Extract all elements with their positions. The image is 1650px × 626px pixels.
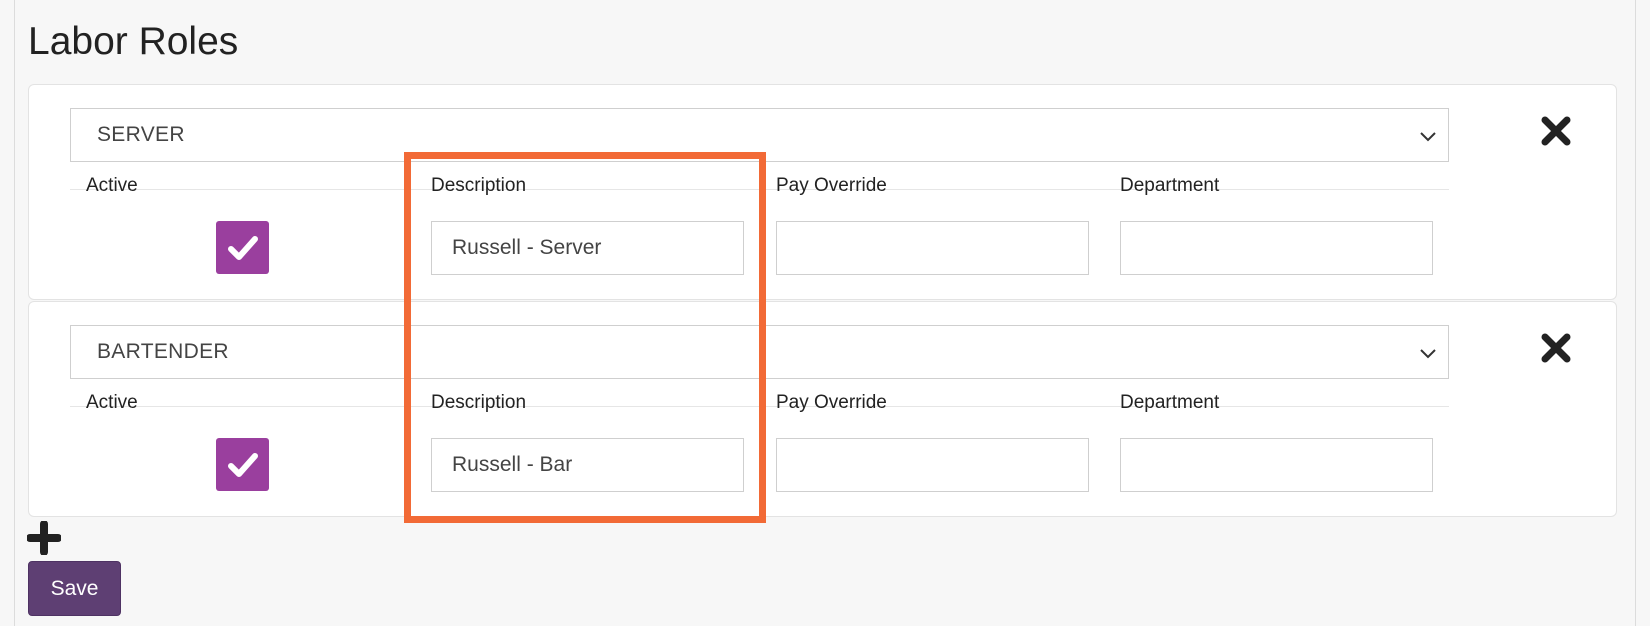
department-input[interactable] [1120, 438, 1433, 492]
pay-override-label: Pay Override [776, 175, 887, 196]
department-label: Department [1120, 392, 1220, 413]
description-input[interactable] [431, 438, 744, 492]
remove-role-button[interactable] [1540, 115, 1572, 147]
active-label: Active [86, 175, 138, 196]
plus-icon[interactable] [27, 521, 61, 555]
role-select[interactable]: BARTENDER [70, 325, 1449, 379]
role-card-bartender: BARTENDER Active Description Pay Overrid… [28, 301, 1617, 517]
description-label: Description [431, 392, 527, 413]
role-select-value: BARTENDER [97, 340, 229, 363]
remove-role-button[interactable] [1540, 332, 1572, 364]
divider [70, 406, 1449, 407]
department-label: Department [1120, 175, 1220, 196]
active-checkbox[interactable] [216, 221, 269, 274]
save-button[interactable]: Save [28, 561, 121, 616]
pay-override-input[interactable] [776, 438, 1089, 492]
page-title: Labor Roles [28, 20, 239, 63]
description-label: Description [431, 175, 527, 196]
checkmark-icon [227, 452, 258, 477]
active-label: Active [86, 392, 138, 413]
role-select-value: SERVER [97, 123, 185, 146]
pay-override-input[interactable] [776, 221, 1089, 275]
chevron-down-icon [1420, 132, 1436, 142]
divider [70, 189, 1449, 190]
description-input[interactable] [431, 221, 744, 275]
active-checkbox[interactable] [216, 438, 269, 491]
pay-override-label: Pay Override [776, 392, 887, 413]
department-input[interactable] [1120, 221, 1433, 275]
checkmark-icon [227, 235, 258, 260]
role-card-server: SERVER Active Description Pay Override D… [28, 84, 1617, 300]
role-select[interactable]: SERVER [70, 108, 1449, 162]
chevron-down-icon [1420, 349, 1436, 359]
